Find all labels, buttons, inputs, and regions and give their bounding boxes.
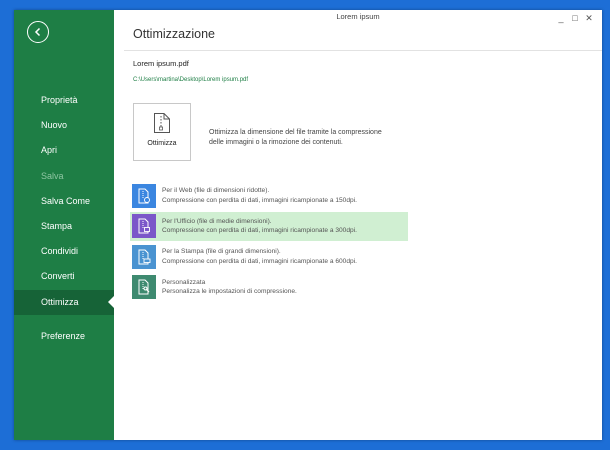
option-office-title: Per l'Ufficio (file di medie dimensioni)… xyxy=(162,217,272,225)
sidebar-item-nuovo[interactable]: Nuovo xyxy=(14,113,114,138)
file-path: C:\Users\martina\Desktop\Lorem ipsum.pdf xyxy=(133,77,249,83)
sidebar-item-proprieta[interactable]: Proprietà xyxy=(14,88,114,113)
option-web-title: Per il Web (file di dimensioni ridotte). xyxy=(162,187,270,194)
optimize-description-line1: Ottimizza la dimensione del file tramite… xyxy=(209,129,382,136)
office-compress-icon xyxy=(132,214,156,238)
option-print[interactable]: Per la Stampa (file di grandi dimensioni… xyxy=(130,242,408,271)
back-button[interactable] xyxy=(27,21,49,43)
sidebar-item-ottimizza[interactable]: Ottimizza xyxy=(14,289,114,315)
sidebar: Proprietà Nuovo Apri Salva Salva Come St… xyxy=(14,10,114,440)
minimize-button[interactable]: _ xyxy=(554,12,568,24)
optimize-description: Ottimizza la dimensione del file tramite… xyxy=(209,128,419,148)
compression-options: Per il Web (file di dimensioni ridotte).… xyxy=(130,181,408,303)
option-office[interactable]: Per l'Ufficio (file di medie dimensioni)… xyxy=(130,211,408,241)
file-name: Lorem ipsum.pdf xyxy=(133,59,189,68)
option-office-detail: Compressione con perdita di dati, immagi… xyxy=(162,227,357,234)
sidebar-item-apri[interactable]: Apri xyxy=(14,138,114,163)
option-print-title: Per la Stampa (file di grandi dimensioni… xyxy=(162,248,281,255)
option-custom-detail: Personalizza le impostazioni di compress… xyxy=(162,288,297,295)
web-compress-icon xyxy=(132,183,156,208)
back-arrow-icon xyxy=(34,27,41,37)
compress-document-icon xyxy=(154,113,170,133)
option-print-detail: Compressione con perdita di dati, immagi… xyxy=(162,257,357,265)
option-custom[interactable]: Personalizzata Personalizza le impostazi… xyxy=(130,273,408,302)
title-divider xyxy=(124,50,602,51)
sidebar-nav: Proprietà Nuovo Apri Salva Salva Come St… xyxy=(14,88,114,349)
sidebar-item-condividi[interactable]: Condividi xyxy=(14,239,114,264)
sidebar-item-salva-come[interactable]: Salva Come xyxy=(14,189,114,214)
optimize-button-label: Ottimizza xyxy=(147,140,177,147)
option-custom-title: Personalizzata xyxy=(162,278,206,286)
sidebar-item-preferenze[interactable]: Preferenze xyxy=(14,324,114,349)
sidebar-item-salva: Salva xyxy=(41,170,64,181)
option-web[interactable]: Per il Web (file di dimensioni ridotte).… xyxy=(130,181,408,210)
close-button[interactable]: ✕ xyxy=(582,12,596,24)
sidebar-item-converti[interactable]: Converti xyxy=(14,264,114,289)
window-controls: _ □ ✕ xyxy=(554,12,596,24)
custom-compress-icon xyxy=(132,275,156,299)
optimize-description-line2: delle immagini o la rimozione dei conten… xyxy=(209,139,343,146)
print-compress-icon xyxy=(132,244,156,269)
maximize-button[interactable]: □ xyxy=(568,12,582,24)
app-window: Proprietà Nuovo Apri Salva Salva Come St… xyxy=(14,10,602,440)
page-title: Ottimizzazione xyxy=(133,27,215,41)
option-web-detail: Compressione con perdita di dati, immagi… xyxy=(162,196,357,204)
optimize-button[interactable]: Ottimizza xyxy=(133,103,191,161)
window-title: Lorem ipsum xyxy=(336,12,380,21)
sidebar-item-stampa[interactable]: Stampa xyxy=(14,214,114,239)
